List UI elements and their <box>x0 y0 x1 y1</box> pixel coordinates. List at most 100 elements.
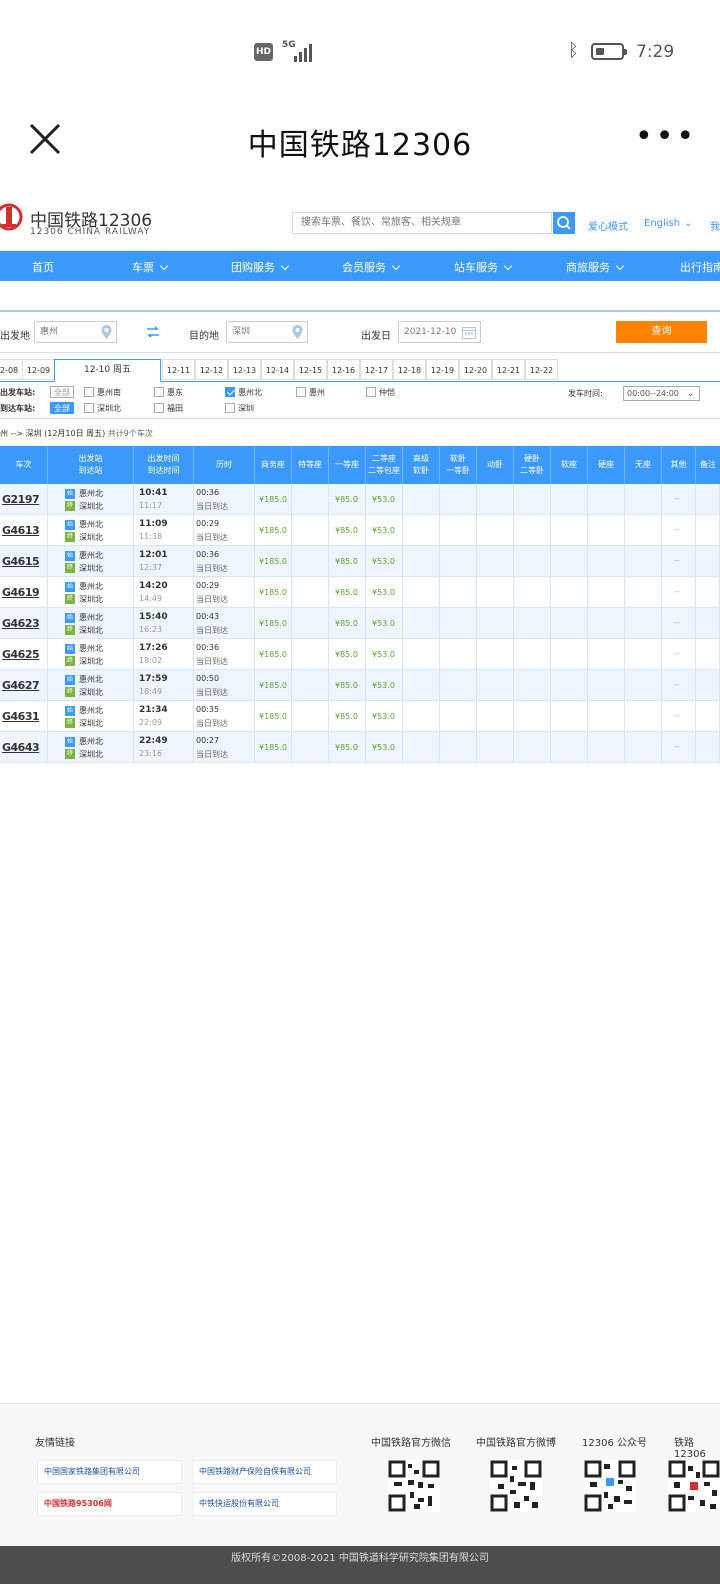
checkbox-huizhoubei[interactable] <box>225 387 235 397</box>
business-seat-price[interactable]: ¥185.0 <box>259 619 287 628</box>
departure-station[interactable]: 惠州北 <box>79 736 103 747</box>
table-row[interactable]: G4643 始终惠州北 深圳北 22:49 23:16 00:27 当日到达 ¥185.0 ¥8… <box>0 732 720 763</box>
train-number-link[interactable]: G4619 <box>2 586 40 599</box>
date-tab[interactable]: 12-19 <box>426 359 459 380</box>
nav-business[interactable]: 商旅服务 <box>566 259 625 275</box>
second-class-price[interactable]: ¥53.0 <box>372 495 395 504</box>
arrival-station[interactable]: 深圳北 <box>79 563 103 574</box>
date-tab[interactable]: 12-08 <box>0 359 23 380</box>
table-row[interactable]: G4625 始终惠州北 深圳北 17:26 18:02 00:36 当日到达 ¥185.0 ¥8… <box>0 639 720 670</box>
first-class-price[interactable]: ¥85.0 <box>335 588 358 597</box>
departure-station[interactable]: 惠州北 <box>79 550 103 561</box>
first-class-price[interactable]: ¥85.0 <box>335 743 358 752</box>
first-class-price[interactable]: ¥85.0 <box>335 495 358 504</box>
date-tab[interactable]: 12-12 <box>195 359 228 380</box>
departure-station[interactable]: 惠州北 <box>79 674 103 685</box>
train-number-link[interactable]: G4613 <box>2 524 40 537</box>
nav-tickets[interactable]: 车票 <box>132 259 169 275</box>
table-row[interactable]: G4627 始终惠州北 深圳北 17:59 18:49 00:50 当日到达 ¥185.0 ¥8… <box>0 670 720 701</box>
first-class-price[interactable]: ¥85.0 <box>335 712 358 721</box>
more-menu-icon[interactable]: ••• <box>635 122 697 152</box>
arrival-station[interactable]: 深圳北 <box>79 625 103 636</box>
partner-logo-cre[interactable]: 中铁快运股份有限公司 <box>192 1492 337 1516</box>
second-class-price[interactable]: ¥53.0 <box>372 681 395 690</box>
second-class-price[interactable]: ¥53.0 <box>372 526 395 535</box>
checkbox-huizhou[interactable] <box>296 387 306 397</box>
arrival-station[interactable]: 深圳北 <box>79 501 103 512</box>
arr-all-toggle[interactable]: 全部 <box>50 402 74 414</box>
business-seat-price[interactable]: ¥185.0 <box>259 495 287 504</box>
col-duration[interactable]: 历时 <box>194 446 255 484</box>
nav-member[interactable]: 会员服务 <box>342 259 401 275</box>
business-seat-price[interactable]: ¥185.0 <box>259 588 287 597</box>
departure-station[interactable]: 惠州北 <box>79 488 103 499</box>
table-row[interactable]: G4613 始终惠州北 深圳北 11:09 11:38 00:29 当日到达 ¥185.0 ¥8… <box>0 515 720 546</box>
date-tab[interactable]: 12-14 <box>261 359 294 380</box>
departure-station[interactable]: 惠州北 <box>79 612 103 623</box>
checkbox-futian[interactable] <box>154 403 164 413</box>
arrival-station[interactable]: 深圳北 <box>79 718 103 729</box>
to-input[interactable]: 深圳 <box>226 321 308 343</box>
first-class-price[interactable]: ¥85.0 <box>335 619 358 628</box>
train-number-link[interactable]: G4615 <box>2 555 40 568</box>
from-input[interactable]: 惠州 <box>34 321 117 343</box>
table-row[interactable]: G4623 始终惠州北 深圳北 15:40 16:23 00:43 当日到达 ¥185.0 ¥8… <box>0 608 720 639</box>
train-number-link[interactable]: G4625 <box>2 648 40 661</box>
checkbox-shenzhen[interactable] <box>225 403 235 413</box>
date-tab[interactable]: 12-17 <box>360 359 393 380</box>
checkbox-shenzhenbei[interactable] <box>84 403 94 413</box>
my-account-link[interactable]: 我 <box>710 218 720 233</box>
second-class-price[interactable]: ¥53.0 <box>372 650 395 659</box>
business-seat-price[interactable]: ¥185.0 <box>259 526 287 535</box>
train-number-link[interactable]: G4623 <box>2 617 40 630</box>
train-number-link[interactable]: G2197 <box>2 493 40 506</box>
date-tab[interactable]: 12-22 <box>525 359 558 380</box>
dep-all-toggle[interactable]: 全部 <box>50 386 74 398</box>
departure-station[interactable]: 惠州北 <box>79 581 103 592</box>
second-class-price[interactable]: ¥53.0 <box>372 712 395 721</box>
arrival-station[interactable]: 深圳北 <box>79 594 103 605</box>
table-row[interactable]: G4615 始终惠州北 深圳北 12:01 12:37 00:36 当日到达 ¥185.0 ¥8… <box>0 546 720 577</box>
train-number-link[interactable]: G4627 <box>2 679 40 692</box>
second-class-price[interactable]: ¥53.0 <box>372 588 395 597</box>
english-link[interactable]: English <box>644 218 680 229</box>
partner-logo-china-railway[interactable]: 中国国家铁路集团有限公司 <box>37 1460 182 1484</box>
chevron-down-icon[interactable]: ⌄ <box>684 218 692 229</box>
date-tab[interactable]: 12-20 <box>459 359 492 380</box>
date-tab[interactable]: 12-16 <box>327 359 360 380</box>
business-seat-price[interactable]: ¥185.0 <box>259 681 287 690</box>
train-number-link[interactable]: G4643 <box>2 741 40 754</box>
railway-logo-icon[interactable] <box>0 202 24 232</box>
dep-time-select[interactable]: 00:00--24:00 ⌄ <box>623 386 700 401</box>
checkbox-huizhounan[interactable] <box>84 387 94 397</box>
date-tab[interactable]: 12-09 <box>22 359 55 380</box>
date-tab[interactable]: 12-15 <box>294 359 327 380</box>
date-tab[interactable]: 12-21 <box>492 359 525 380</box>
business-seat-price[interactable]: ¥185.0 <box>259 650 287 659</box>
second-class-price[interactable]: ¥53.0 <box>372 557 395 566</box>
table-row[interactable]: G4631 始终惠州北 深圳北 21:34 22:09 00:35 当日到达 ¥185.0 ¥8… <box>0 701 720 732</box>
second-class-price[interactable]: ¥53.0 <box>372 619 395 628</box>
departure-station[interactable]: 惠州北 <box>79 705 103 716</box>
checkbox-huidong[interactable] <box>154 387 164 397</box>
checkbox-zhongkai[interactable] <box>366 387 376 397</box>
date-tab-active[interactable]: 12-10 周五 <box>54 359 161 382</box>
departure-station[interactable]: 惠州北 <box>79 643 103 654</box>
care-mode-link[interactable]: 爱心模式 <box>588 218 628 233</box>
date-tab[interactable]: 12-11 <box>162 359 195 380</box>
arrival-station[interactable]: 深圳北 <box>79 656 103 667</box>
nav-guide[interactable]: 出行指南 <box>680 259 720 275</box>
train-number-link[interactable]: G4631 <box>2 710 40 723</box>
business-seat-price[interactable]: ¥185.0 <box>259 743 287 752</box>
nav-station[interactable]: 站车服务 <box>454 259 513 275</box>
business-seat-price[interactable]: ¥185.0 <box>259 557 287 566</box>
arrival-station[interactable]: 深圳北 <box>79 687 103 698</box>
partner-logo-95306[interactable]: 中国铁路95306网 <box>37 1492 182 1516</box>
first-class-price[interactable]: ¥85.0 <box>335 526 358 535</box>
date-tab[interactable]: 12-18 <box>393 359 426 380</box>
nav-group[interactable]: 团购服务 <box>231 259 290 275</box>
first-class-price[interactable]: ¥85.0 <box>335 557 358 566</box>
date-input[interactable]: 2021-12-10 <box>398 321 481 343</box>
arrival-station[interactable]: 深圳北 <box>79 749 103 760</box>
date-tab[interactable]: 12-13 <box>228 359 261 380</box>
